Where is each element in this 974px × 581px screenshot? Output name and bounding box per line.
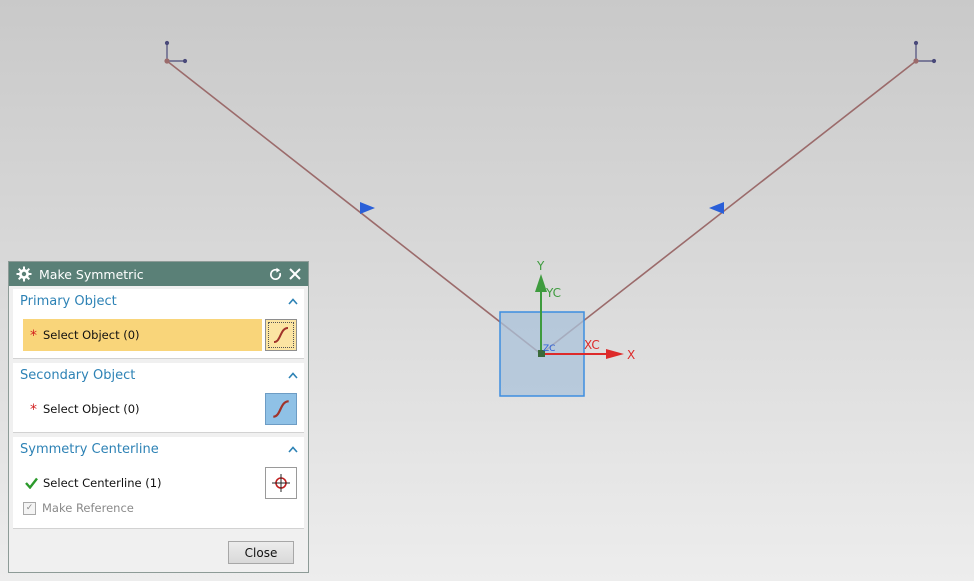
centerline-select-field[interactable]: Select Centerline (1) bbox=[23, 467, 262, 499]
chevron-up-icon[interactable] bbox=[288, 442, 298, 457]
axis-label-yc: YC bbox=[545, 286, 561, 300]
close-icon[interactable] bbox=[285, 264, 305, 284]
required-star-icon: * bbox=[30, 328, 37, 344]
axis-label-x: X bbox=[627, 348, 635, 362]
make-symmetric-dialog: Make Symmetric Primary Object * Select O… bbox=[8, 261, 309, 573]
group-secondary-object: Secondary Object * Select Object (0) bbox=[13, 363, 304, 433]
sketch-line-right[interactable] bbox=[540, 60, 917, 355]
secondary-select-label: Select Object (0) bbox=[43, 402, 140, 416]
group-primary-object: Primary Object * Select Object (0) bbox=[13, 289, 304, 359]
direction-marker-left bbox=[360, 202, 375, 214]
axis-label-y: Y bbox=[536, 259, 545, 273]
group-header-primary[interactable]: Primary Object bbox=[13, 289, 304, 313]
dialog-title-bar[interactable]: Make Symmetric bbox=[9, 262, 308, 286]
make-reference-label: Make Reference bbox=[42, 501, 134, 515]
gear-icon[interactable] bbox=[9, 266, 39, 282]
reset-icon[interactable] bbox=[265, 264, 285, 284]
secondary-curve-button[interactable] bbox=[265, 393, 297, 425]
chevron-up-icon[interactable] bbox=[288, 368, 298, 383]
secondary-select-field[interactable]: * Select Object (0) bbox=[23, 393, 262, 425]
group-title-primary: Primary Object bbox=[20, 293, 117, 309]
checkmark-icon bbox=[25, 477, 43, 489]
axis-label-xc: XC bbox=[584, 338, 600, 352]
chevron-up-icon[interactable] bbox=[288, 294, 298, 309]
group-header-secondary[interactable]: Secondary Object bbox=[13, 363, 304, 387]
primary-select-row[interactable]: * Select Object (0) bbox=[23, 319, 297, 351]
make-reference-checkbox[interactable]: ✓ bbox=[23, 501, 36, 515]
primary-curve-button[interactable] bbox=[265, 319, 297, 351]
group-header-centerline[interactable]: Symmetry Centerline bbox=[13, 437, 304, 461]
group-symmetry-centerline: Symmetry Centerline Select Centerline (1… bbox=[13, 437, 304, 529]
endpoint-triad-left bbox=[164, 40, 188, 64]
close-button[interactable]: Close bbox=[228, 541, 294, 564]
make-reference-row: ✓ Make Reference bbox=[23, 501, 134, 515]
curve-icon bbox=[273, 400, 289, 418]
axis-label-zc: ZC bbox=[543, 344, 555, 354]
required-star-icon: * bbox=[30, 402, 37, 418]
endpoint-triad-right bbox=[913, 40, 937, 64]
curve-icon bbox=[273, 327, 289, 343]
group-title-secondary: Secondary Object bbox=[20, 367, 136, 383]
primary-select-label: Select Object (0) bbox=[43, 328, 140, 342]
centerline-point-button[interactable] bbox=[265, 467, 297, 499]
primary-select-field[interactable]: * Select Object (0) bbox=[23, 319, 262, 351]
secondary-select-row[interactable]: * Select Object (0) bbox=[23, 393, 297, 425]
direction-marker-right bbox=[709, 202, 724, 214]
centerline-select-row[interactable]: Select Centerline (1) bbox=[23, 467, 297, 499]
centerline-select-label: Select Centerline (1) bbox=[43, 476, 162, 490]
crosshair-icon bbox=[272, 474, 290, 492]
group-title-centerline: Symmetry Centerline bbox=[20, 441, 159, 457]
dialog-title: Make Symmetric bbox=[39, 266, 144, 282]
